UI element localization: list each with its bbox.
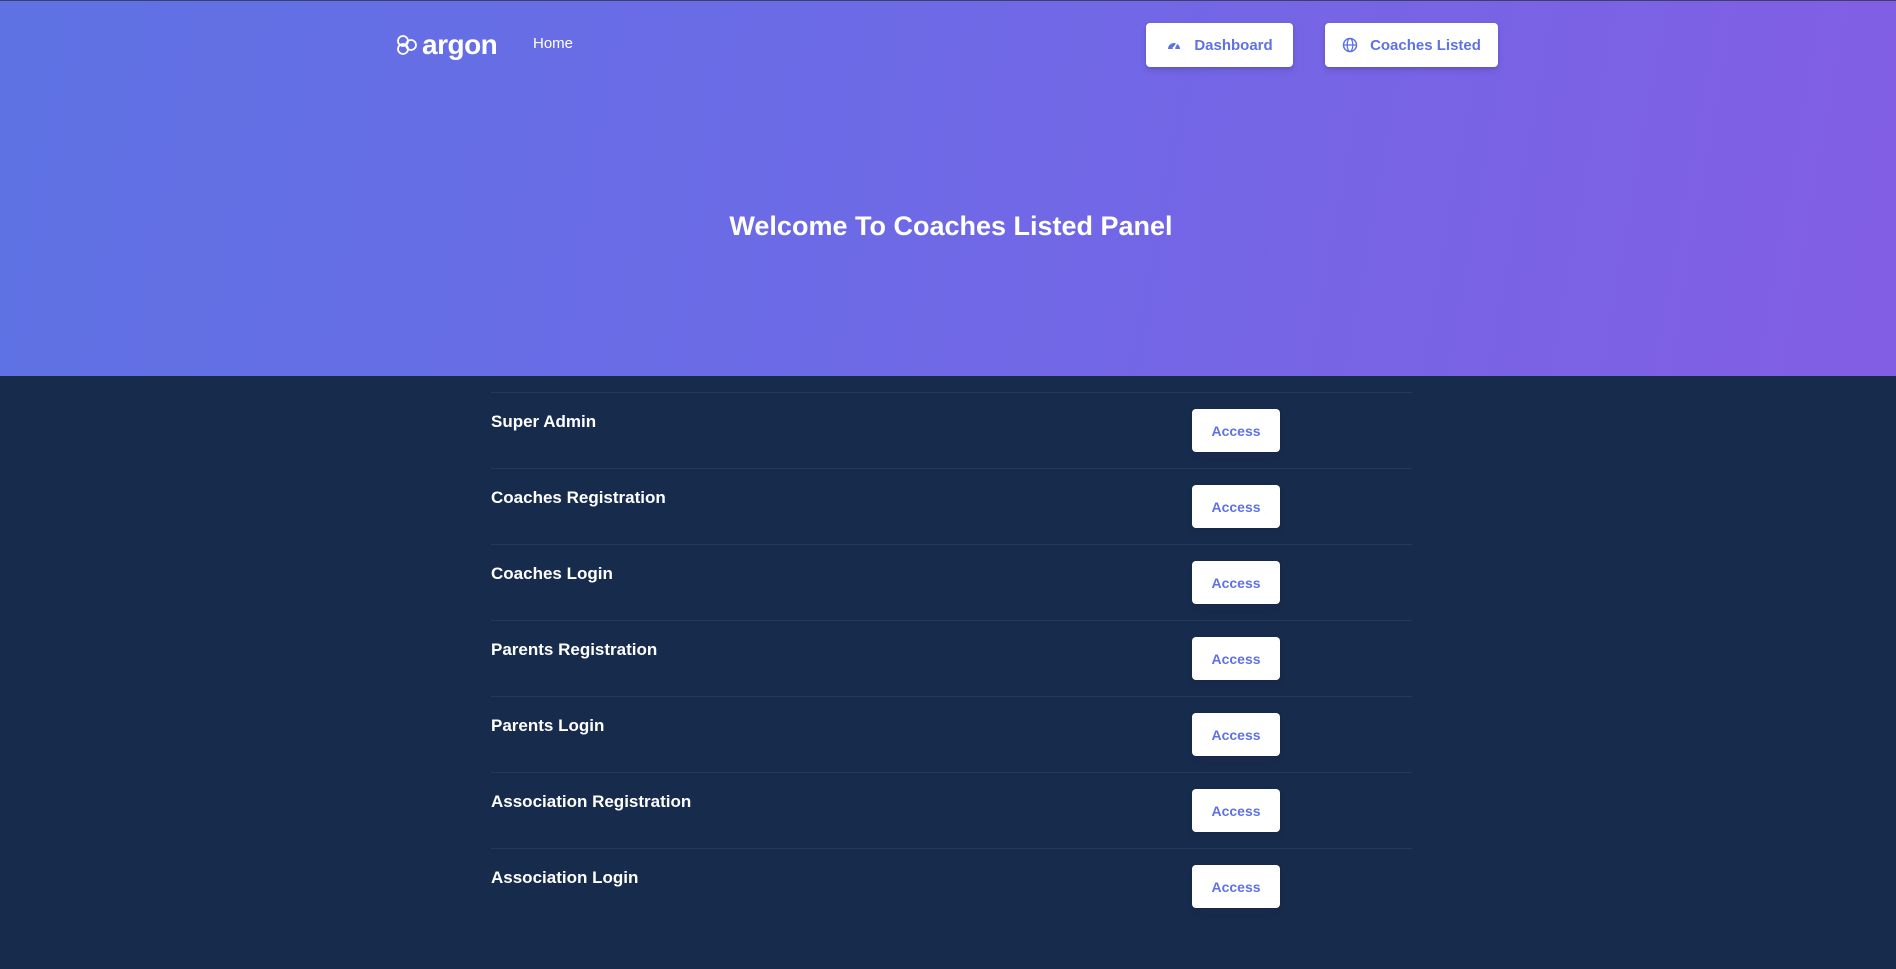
- page-title: Welcome To Coaches Listed Panel: [729, 211, 1173, 241]
- dashboard-button[interactable]: Dashboard: [1146, 23, 1293, 67]
- panel-row-parents-login: Parents Login Access: [491, 696, 1412, 772]
- panel-label: Super Admin: [491, 412, 597, 431]
- access-parents-login-button[interactable]: Access: [1192, 713, 1280, 756]
- access-super-admin-button[interactable]: Access: [1192, 409, 1280, 452]
- panel-row-super-admin: Super Admin Access: [491, 392, 1412, 468]
- access-coaches-registration-button[interactable]: Access: [1192, 485, 1280, 528]
- panel-label: Parents Registration: [491, 640, 658, 659]
- top-navbar: argon Home Dashboard Coaches Listed: [396, 23, 1498, 67]
- argon-logo-icon: [397, 35, 417, 55]
- panel-label: Parents Login: [491, 716, 605, 735]
- panel-row-association-registration: Association Registration Access: [491, 772, 1412, 848]
- panel-label: Association Login: [491, 868, 639, 887]
- panel-label: Coaches Login: [491, 564, 613, 583]
- panel-label: Coaches Registration: [491, 488, 666, 507]
- coaches-listed-button-label: Coaches Listed: [1370, 36, 1481, 54]
- panel-row-association-login: Association Login Access: [491, 848, 1412, 924]
- panel-label: Association Registration: [491, 792, 692, 811]
- panel-row-parents-registration: Parents Registration Access: [491, 620, 1412, 696]
- nav-home-link[interactable]: Home: [533, 35, 573, 52]
- access-coaches-login-button[interactable]: Access: [1192, 561, 1280, 604]
- brand-name: argon: [422, 29, 498, 60]
- access-association-registration-button[interactable]: Access: [1192, 789, 1280, 832]
- coaches-listed-button[interactable]: Coaches Listed: [1325, 23, 1498, 67]
- hero-header: argon Home Dashboard Coaches Listed Welc…: [0, 0, 1896, 376]
- globe-icon: [1342, 37, 1358, 53]
- panel-row-coaches-login: Coaches Login Access: [491, 544, 1412, 620]
- access-parents-registration-button[interactable]: Access: [1192, 637, 1280, 680]
- brand-link[interactable]: argon: [396, 29, 498, 60]
- panel-row-coaches-registration: Coaches Registration Access: [491, 468, 1412, 544]
- dashboard-gauge-icon: [1168, 42, 1181, 50]
- dashboard-button-label: Dashboard: [1194, 36, 1273, 54]
- panel-list: Super Admin Access Coaches Registration …: [491, 392, 1412, 924]
- access-association-login-button[interactable]: Access: [1192, 865, 1280, 908]
